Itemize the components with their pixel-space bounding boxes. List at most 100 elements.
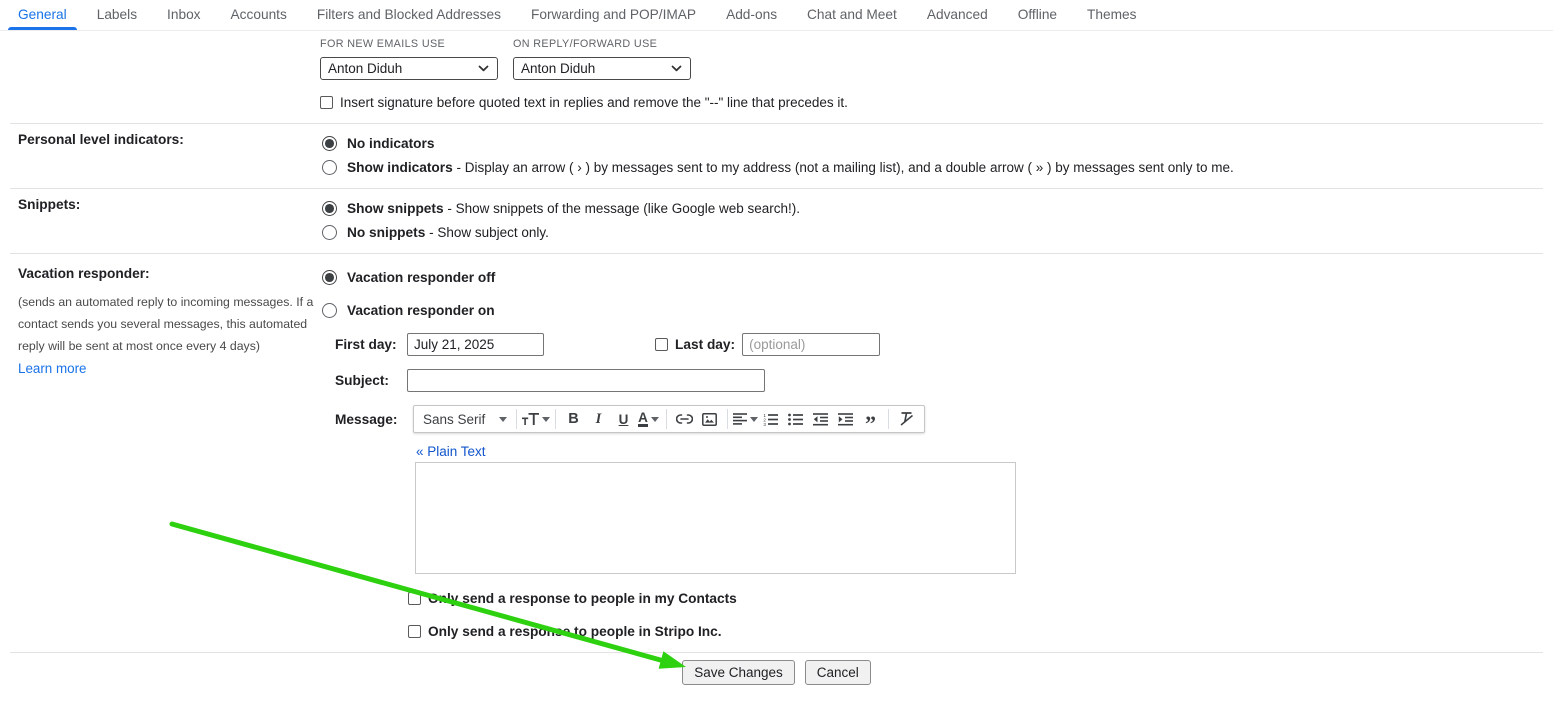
italic-icon: I [596, 411, 602, 428]
no-indicators-label: No indicators [347, 136, 434, 151]
indent-less-icon [813, 413, 828, 426]
checkbox-icon[interactable] [408, 592, 421, 605]
on-reply-forward-use-label: ON REPLY/FORWARD USE [513, 38, 691, 50]
insert-link-button[interactable] [672, 407, 697, 431]
signature-left-spacer [10, 38, 320, 110]
insert-link-icon [676, 414, 693, 424]
indent-less-button[interactable] [808, 407, 833, 431]
tab-advanced[interactable]: Advanced [912, 0, 1003, 30]
show-snippets-label: Show snippets [347, 201, 444, 216]
vacation-responder-label: Vacation responder: [18, 266, 320, 281]
cancel-button[interactable]: Cancel [805, 660, 871, 685]
subject-input[interactable] [407, 369, 765, 392]
chevron-down-icon [478, 65, 489, 72]
bulleted-list-button[interactable] [783, 407, 808, 431]
new-emails-signature-select[interactable]: Anton Diduh [320, 57, 498, 80]
first-day-input[interactable] [407, 333, 544, 356]
radio-vacation-responder-off[interactable]: Vacation responder off [320, 266, 1543, 290]
signature-reply-forward-group: ON REPLY/FORWARD USE Anton Diduh [513, 38, 691, 80]
learn-more-link[interactable]: Learn more [18, 361, 86, 376]
radio-selected-icon[interactable] [322, 136, 337, 151]
radio-unselected-icon[interactable] [322, 225, 337, 240]
bold-icon: B [568, 411, 578, 427]
signature-section: FOR NEW EMAILS USE Anton Diduh ON REPLY/… [0, 31, 1553, 123]
radio-show-snippets[interactable]: Show snippets - Show snippets of the mes… [320, 197, 1543, 221]
tab-add-ons[interactable]: Add-ons [711, 0, 792, 30]
insert-signature-checkbox-row[interactable]: Insert signature before quoted text in r… [320, 95, 1543, 110]
chevron-down-icon [542, 417, 550, 422]
text-size-button[interactable] [522, 407, 550, 431]
insert-image-icon [702, 413, 717, 426]
bold-button[interactable]: B [561, 407, 586, 431]
snippets-section: Snippets: Show snippets - Show snippets … [0, 189, 1553, 253]
italic-button[interactable]: I [586, 407, 611, 431]
radio-vacation-responder-on[interactable]: Vacation responder on [320, 299, 1543, 323]
text-color-button[interactable]: A [636, 407, 661, 431]
radio-unselected-icon[interactable] [322, 160, 337, 175]
radio-show-indicators[interactable]: Show indicators - Display an arrow ( › )… [320, 156, 1543, 180]
font-family-value: Sans Serif [423, 412, 485, 427]
vacation-message-textarea[interactable] [415, 462, 1016, 574]
message-label: Message: [335, 412, 407, 427]
signature-new-emails-group: FOR NEW EMAILS USE Anton Diduh [320, 38, 498, 80]
plain-text-link[interactable]: « Plain Text [416, 444, 486, 459]
toolbar-divider [727, 409, 728, 429]
reply-forward-signature-value: Anton Diduh [521, 61, 595, 76]
text-size-icon [522, 413, 539, 426]
subject-row: Subject: [335, 369, 1543, 392]
text-color-icon: A [638, 412, 648, 427]
toolbar-divider [888, 409, 889, 429]
last-day-input[interactable] [742, 333, 880, 356]
underline-button[interactable]: U [611, 407, 636, 431]
org-only-label: Only send a response to people in Stripo… [428, 624, 722, 639]
numbered-list-button[interactable]: 123 [758, 407, 783, 431]
font-family-select[interactable]: Sans Serif [419, 412, 511, 427]
chevron-down-icon [750, 417, 758, 422]
tab-themes[interactable]: Themes [1072, 0, 1151, 30]
toolbar-divider [555, 409, 556, 429]
quote-icon: ” [865, 419, 876, 429]
tab-labels[interactable]: Labels [82, 0, 152, 30]
radio-unselected-icon[interactable] [322, 303, 337, 318]
remove-formatting-button[interactable] [894, 407, 919, 431]
tab-offline[interactable]: Offline [1003, 0, 1072, 30]
settings-content: FOR NEW EMAILS USE Anton Diduh ON REPLY/… [0, 31, 1553, 697]
indent-more-icon [838, 413, 853, 426]
tab-forwarding-and-pop-imap[interactable]: Forwarding and POP/IMAP [516, 0, 711, 30]
org-only-checkbox-row[interactable]: Only send a response to people in Stripo… [408, 624, 1543, 639]
insert-image-button[interactable] [697, 407, 722, 431]
reply-forward-signature-select[interactable]: Anton Diduh [513, 57, 691, 80]
form-actions: Save Changes Cancel [0, 653, 1553, 697]
vacation-off-label: Vacation responder off [347, 270, 495, 285]
quote-button[interactable]: ” [858, 412, 883, 436]
radio-selected-icon[interactable] [322, 201, 337, 216]
last-day-checkbox[interactable] [655, 338, 668, 351]
chevron-down-icon [671, 65, 682, 72]
snippets-label: Snippets: [18, 197, 320, 212]
checkbox-icon[interactable] [408, 625, 421, 638]
checkbox-icon[interactable] [320, 96, 333, 109]
tab-accounts[interactable]: Accounts [216, 0, 302, 30]
tab-chat-and-meet[interactable]: Chat and Meet [792, 0, 912, 30]
tab-general[interactable]: General [3, 0, 82, 30]
vacation-on-label: Vacation responder on [347, 303, 495, 318]
save-changes-button[interactable]: Save Changes [682, 660, 795, 685]
tab-inbox[interactable]: Inbox [152, 0, 215, 30]
no-snippets-label: No snippets [347, 225, 425, 240]
message-row: Message: Sans Serif B I U [335, 405, 1543, 433]
new-emails-signature-value: Anton Diduh [328, 61, 402, 76]
first-day-label: First day: [335, 337, 407, 352]
numbered-list-icon: 123 [763, 413, 778, 426]
personal-level-indicators-label: Personal level indicators: [18, 132, 320, 147]
indent-more-button[interactable] [833, 407, 858, 431]
remove-formatting-icon [899, 412, 914, 426]
contacts-only-checkbox-row[interactable]: Only send a response to people in my Con… [408, 591, 1543, 606]
radio-no-snippets[interactable]: No snippets - Show subject only. [320, 221, 1543, 245]
tab-filters-and-blocked-addresses[interactable]: Filters and Blocked Addresses [302, 0, 516, 30]
radio-no-indicators[interactable]: No indicators [320, 132, 1543, 156]
vacation-responder-section: Vacation responder: (sends an automated … [0, 254, 1553, 652]
underline-icon: U [619, 412, 629, 427]
contacts-only-label: Only send a response to people in my Con… [428, 591, 737, 606]
radio-selected-icon[interactable] [322, 270, 337, 285]
align-button[interactable] [733, 407, 758, 431]
